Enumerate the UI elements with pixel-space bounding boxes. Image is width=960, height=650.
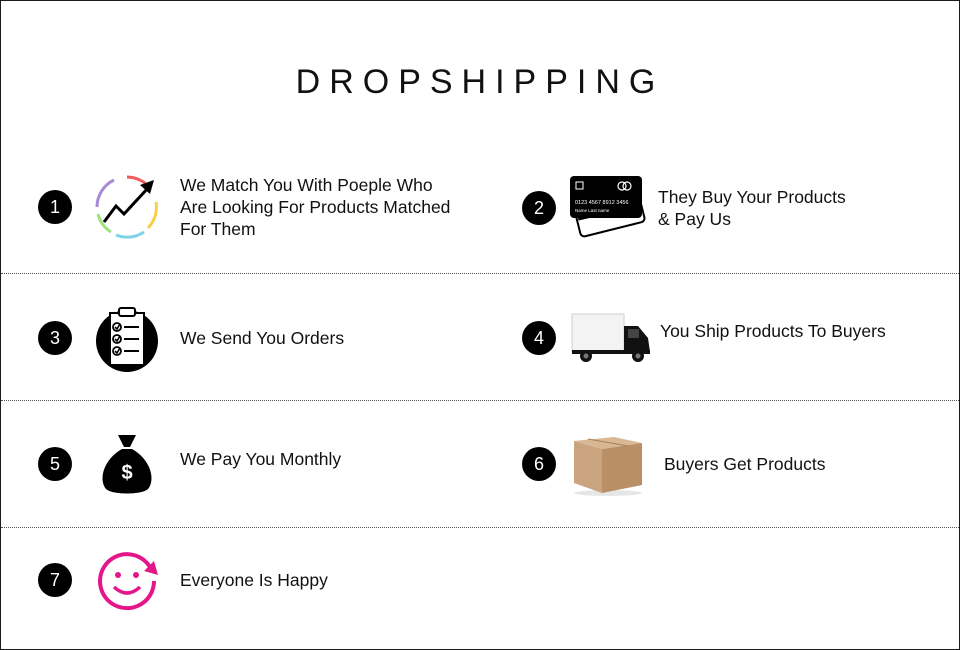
step-5: 5 $ We Pay You Monthly xyxy=(38,429,341,499)
page-title: DROPSHIPPING xyxy=(295,63,665,101)
delivery-truck-icon xyxy=(570,303,654,373)
step-number-badge: 1 xyxy=(38,190,72,224)
step-7: 7 Everyone Is Happy xyxy=(38,545,328,615)
step-label: You Ship Products To Buyers xyxy=(660,321,886,341)
checklist-clipboard-icon xyxy=(92,303,162,373)
step-label: Buyers Get Products xyxy=(664,454,826,474)
row-divider xyxy=(1,273,959,274)
step-number-badge: 5 xyxy=(38,447,72,481)
step-label: We Send You Orders xyxy=(180,328,345,348)
step-number-badge: 2 xyxy=(522,191,556,225)
card-number: 0123 4567 8912 3456 xyxy=(575,200,629,206)
growth-chart-icon xyxy=(92,172,162,242)
dropshipping-infographic: DROPSHIPPING 1 We Match You With Poeple … xyxy=(0,0,960,650)
step-number-badge: 4 xyxy=(522,321,556,355)
card-name: Name Last name xyxy=(575,208,610,213)
step-label: They Buy Your Products & Pay Us xyxy=(658,187,846,229)
step-number-badge: 7 xyxy=(38,563,72,597)
step-label: We Match You With Poeple Who Are Looking… xyxy=(180,175,451,239)
step-number-badge: 6 xyxy=(522,447,556,481)
step-label: We Pay You Monthly xyxy=(180,449,342,469)
step-label: Everyone Is Happy xyxy=(180,570,328,590)
svg-text:$: $ xyxy=(121,462,132,484)
step-1: 1 We Match You With Poeple Who Are Looki… xyxy=(38,172,450,242)
step-6: 6 Buyers Get Products xyxy=(522,429,825,499)
step-3: 3 We Send You Orders xyxy=(38,303,344,373)
row-divider xyxy=(1,400,959,401)
credit-card-icon: 0123 4567 8912 3456 Name Last name xyxy=(568,172,648,244)
step-4: 4 You Ship Products To Buyers xyxy=(522,303,886,373)
row-divider xyxy=(1,527,959,528)
happy-face-icon xyxy=(92,545,162,615)
step-2: 2 0123 4567 8912 3456 Name Last name The… xyxy=(522,172,846,244)
money-bag-icon: $ xyxy=(92,429,162,499)
step-number-badge: 3 xyxy=(38,321,72,355)
cardboard-box-icon xyxy=(568,429,648,499)
